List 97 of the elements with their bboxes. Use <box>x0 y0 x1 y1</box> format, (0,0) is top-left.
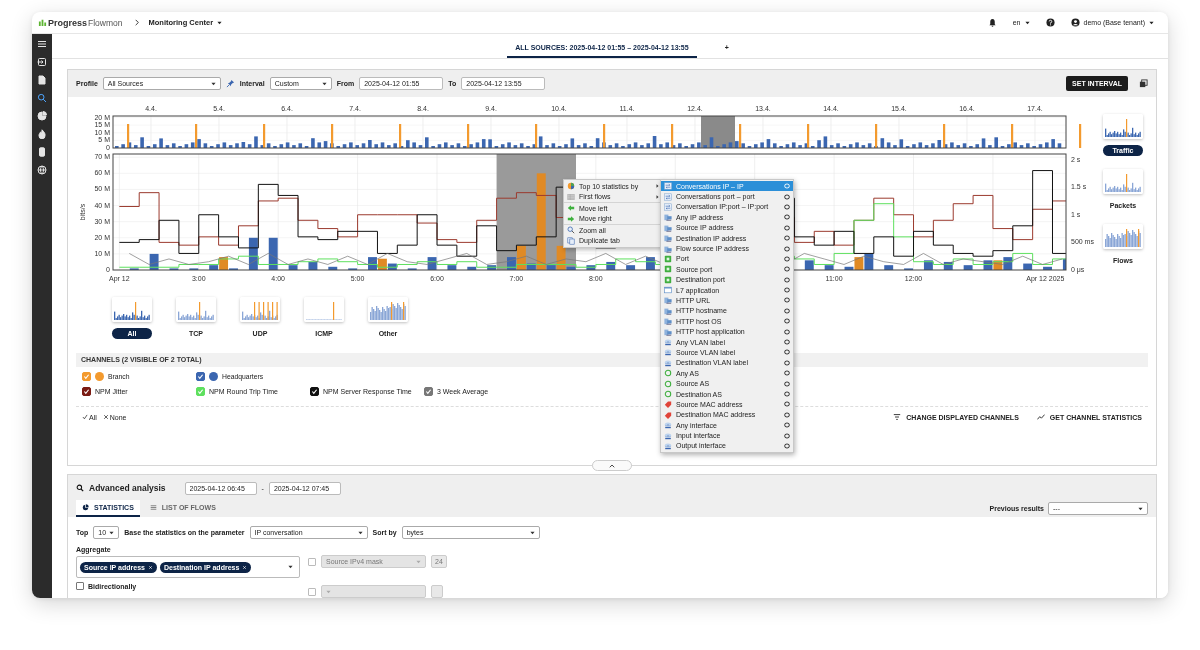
close-icon[interactable] <box>147 564 153 570</box>
bar <box>923 260 933 270</box>
chart-thumbnail[interactable] <box>1103 169 1143 194</box>
chart-thumbnail[interactable] <box>368 297 408 322</box>
caret-up-icon <box>609 463 615 468</box>
bar <box>606 261 616 270</box>
chevron-icon <box>134 19 139 26</box>
caret-icon <box>326 589 331 594</box>
checkbox[interactable] <box>76 582 84 590</box>
bar <box>288 265 298 270</box>
filter-icon <box>893 413 902 421</box>
bar <box>467 266 477 270</box>
zoom-icon <box>567 226 575 235</box>
bar <box>1023 263 1033 270</box>
chart-thumbnail[interactable] <box>1103 224 1143 249</box>
caret-icon <box>217 20 223 25</box>
bar <box>368 257 377 270</box>
logo-icon <box>38 18 47 27</box>
close-icon <box>102 414 109 420</box>
caret-icon <box>109 530 115 535</box>
pin-icon[interactable] <box>225 79 235 88</box>
copy-icon[interactable] <box>1139 79 1148 88</box>
caret-icon <box>210 81 216 86</box>
bar <box>804 260 814 270</box>
bar <box>149 253 159 270</box>
bar <box>646 257 655 270</box>
pie-chart-icon <box>567 182 575 191</box>
check-icon <box>83 373 90 380</box>
chart-thumbnail[interactable] <box>304 297 344 322</box>
bar <box>586 265 596 270</box>
checkbox[interactable] <box>196 372 205 381</box>
bar <box>864 253 874 270</box>
bar <box>308 261 318 270</box>
logo-text: Progress <box>48 17 88 28</box>
menu-icon[interactable] <box>37 39 47 49</box>
pie-chart-icon <box>82 504 89 511</box>
close-icon[interactable] <box>242 564 248 570</box>
bar <box>1043 266 1052 270</box>
caret-icon <box>1138 506 1143 511</box>
pie-chart-icon[interactable] <box>37 111 47 121</box>
bar <box>268 237 278 270</box>
bar <box>328 266 338 270</box>
sign-in-icon[interactable] <box>37 57 47 67</box>
bar <box>487 265 497 270</box>
grid-icon <box>567 192 575 201</box>
bar <box>943 261 953 270</box>
caret-icon <box>321 81 327 86</box>
chart-thumbnail[interactable] <box>1103 114 1143 139</box>
square-icon <box>664 254 672 263</box>
globe-icon[interactable] <box>37 165 47 175</box>
caret-icon <box>1149 20 1154 25</box>
flame-icon[interactable] <box>37 129 47 139</box>
check-icon <box>311 388 318 395</box>
bar <box>983 260 993 270</box>
bar <box>1062 258 1066 270</box>
checkbox[interactable] <box>82 372 91 381</box>
caret-icon <box>1024 20 1030 25</box>
checkbox[interactable] <box>424 387 433 396</box>
bar <box>248 237 258 270</box>
user-icon <box>1070 18 1080 27</box>
search-icon[interactable] <box>37 93 47 103</box>
logo-text: Flowmon <box>88 17 123 28</box>
check-icon <box>82 414 88 420</box>
bar <box>447 265 457 270</box>
copy-icon <box>567 236 575 245</box>
phone-icon[interactable] <box>37 147 47 157</box>
bar <box>884 265 894 270</box>
chart-thumbnail[interactable] <box>112 297 152 322</box>
section-title: Advanced analysis <box>89 483 166 493</box>
check-icon <box>197 388 204 395</box>
bar <box>963 265 973 270</box>
trend-icon <box>1036 413 1045 421</box>
bar <box>993 260 1003 270</box>
left-arrow-icon <box>567 204 575 213</box>
check-icon <box>83 388 90 395</box>
list-icon <box>149 504 157 511</box>
chart-thumbnail[interactable] <box>176 297 216 322</box>
search-icon <box>76 484 84 492</box>
traffic-overview-drawing[interactable] <box>112 115 1082 149</box>
help-icon[interactable] <box>1045 18 1055 27</box>
caret-icon <box>357 530 363 535</box>
caret-icon <box>288 565 293 569</box>
bar <box>1003 257 1013 270</box>
bar <box>626 265 636 270</box>
bar <box>427 257 437 270</box>
window-icon <box>664 286 672 295</box>
bell-icon[interactable] <box>987 18 997 27</box>
document-icon[interactable] <box>37 75 47 85</box>
caret-icon <box>529 530 535 535</box>
chart-thumbnail[interactable] <box>240 297 280 322</box>
check-icon <box>197 373 204 380</box>
caret-icon <box>416 559 421 564</box>
checkbox[interactable] <box>310 387 319 396</box>
check-icon <box>425 388 432 395</box>
right-arrow-icon <box>567 214 575 223</box>
bar <box>824 265 834 270</box>
checkbox[interactable] <box>82 387 91 396</box>
